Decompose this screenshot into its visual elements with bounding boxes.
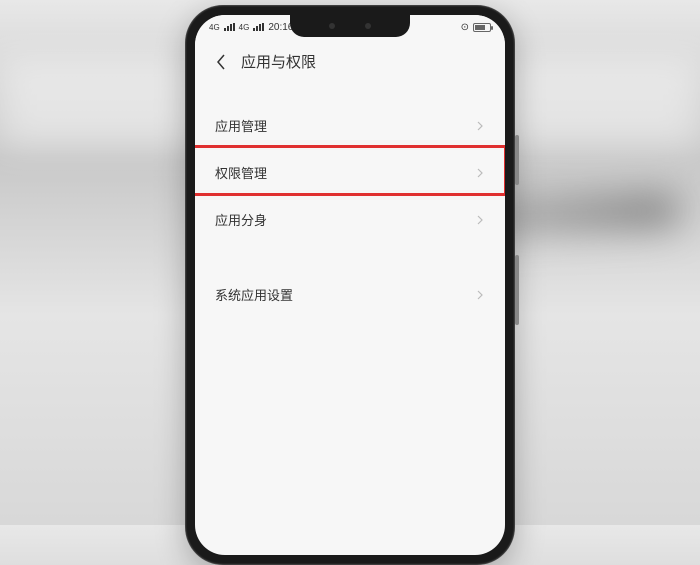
signal-icon: [253, 23, 264, 31]
battery-icon: [473, 23, 491, 32]
menu-item-system-app-settings[interactable]: 系统应用设置: [195, 271, 505, 318]
volume-button: [515, 135, 519, 185]
back-button[interactable]: [211, 52, 231, 72]
phone-frame: 4G 4G 20:16 ⊙ 应用与权限 应用管理 权限管理: [185, 5, 515, 565]
menu-item-label: 系统应用设置: [215, 285, 293, 304]
section-divider: [195, 243, 505, 271]
menu-item-app-management[interactable]: 应用管理: [195, 102, 505, 149]
alarm-icon: ⊙: [461, 22, 469, 33]
chevron-right-icon: [475, 290, 485, 300]
page-title: 应用与权限: [241, 51, 316, 72]
chevron-right-icon: [475, 215, 485, 225]
chevron-left-icon: [216, 54, 226, 70]
chevron-right-icon: [475, 168, 485, 178]
network-icon: 4G: [209, 23, 220, 32]
signal-icon: [224, 23, 235, 31]
phone-screen: 4G 4G 20:16 ⊙ 应用与权限 应用管理 权限管理: [195, 15, 505, 555]
page-header: 应用与权限: [195, 39, 505, 82]
chevron-right-icon: [475, 121, 485, 131]
settings-list: 应用管理 权限管理 应用分身 系统应用设置: [195, 82, 505, 318]
menu-item-permission-management[interactable]: 权限管理: [195, 149, 505, 196]
power-button: [515, 255, 519, 325]
menu-item-label: 权限管理: [215, 163, 267, 182]
menu-item-label: 应用管理: [215, 116, 267, 135]
network-icon: 4G: [239, 23, 250, 32]
menu-item-label: 应用分身: [215, 210, 267, 229]
display-notch: [290, 15, 410, 37]
menu-item-app-clone[interactable]: 应用分身: [195, 196, 505, 243]
